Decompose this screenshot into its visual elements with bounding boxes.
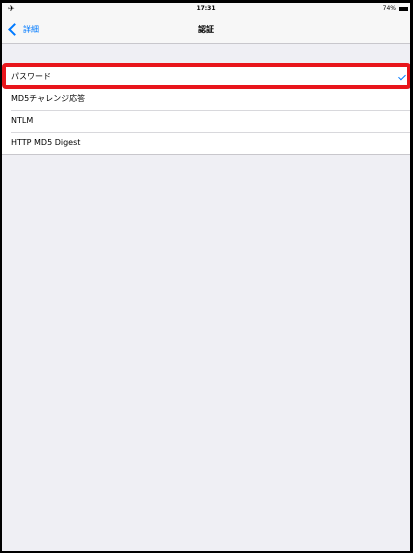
option-password[interactable]: パスワード	[2, 66, 410, 88]
ipad-screen: ✈ 17:31 74% 認証 詳細 パスワード MD5チャレンジ応答 NTLM …	[0, 0, 413, 553]
option-http-md5-digest[interactable]: HTTP MD5 Digest	[2, 132, 410, 154]
status-bar: ✈ 17:31 74%	[2, 3, 410, 16]
battery-percent: 74%	[382, 5, 396, 12]
navigation-bar: 認証 詳細	[2, 16, 410, 44]
option-md5-challenge[interactable]: MD5チャレンジ応答	[2, 88, 410, 110]
option-label: MD5チャレンジ応答	[11, 94, 86, 103]
option-label: パスワード	[11, 72, 51, 81]
checkmark-icon	[398, 72, 406, 81]
battery-icon	[399, 7, 408, 11]
back-button[interactable]: 詳細	[6, 21, 39, 37]
option-ntlm[interactable]: NTLM	[2, 110, 410, 132]
auth-method-list: パスワード MD5チャレンジ応答 NTLM HTTP MD5 Digest	[2, 65, 410, 155]
option-label: NTLM	[11, 116, 34, 125]
status-time: 17:31	[196, 5, 216, 12]
back-label: 詳細	[23, 24, 39, 34]
page-title: 認証	[198, 25, 214, 34]
chevron-left-icon	[8, 22, 21, 36]
option-label: HTTP MD5 Digest	[11, 138, 81, 147]
